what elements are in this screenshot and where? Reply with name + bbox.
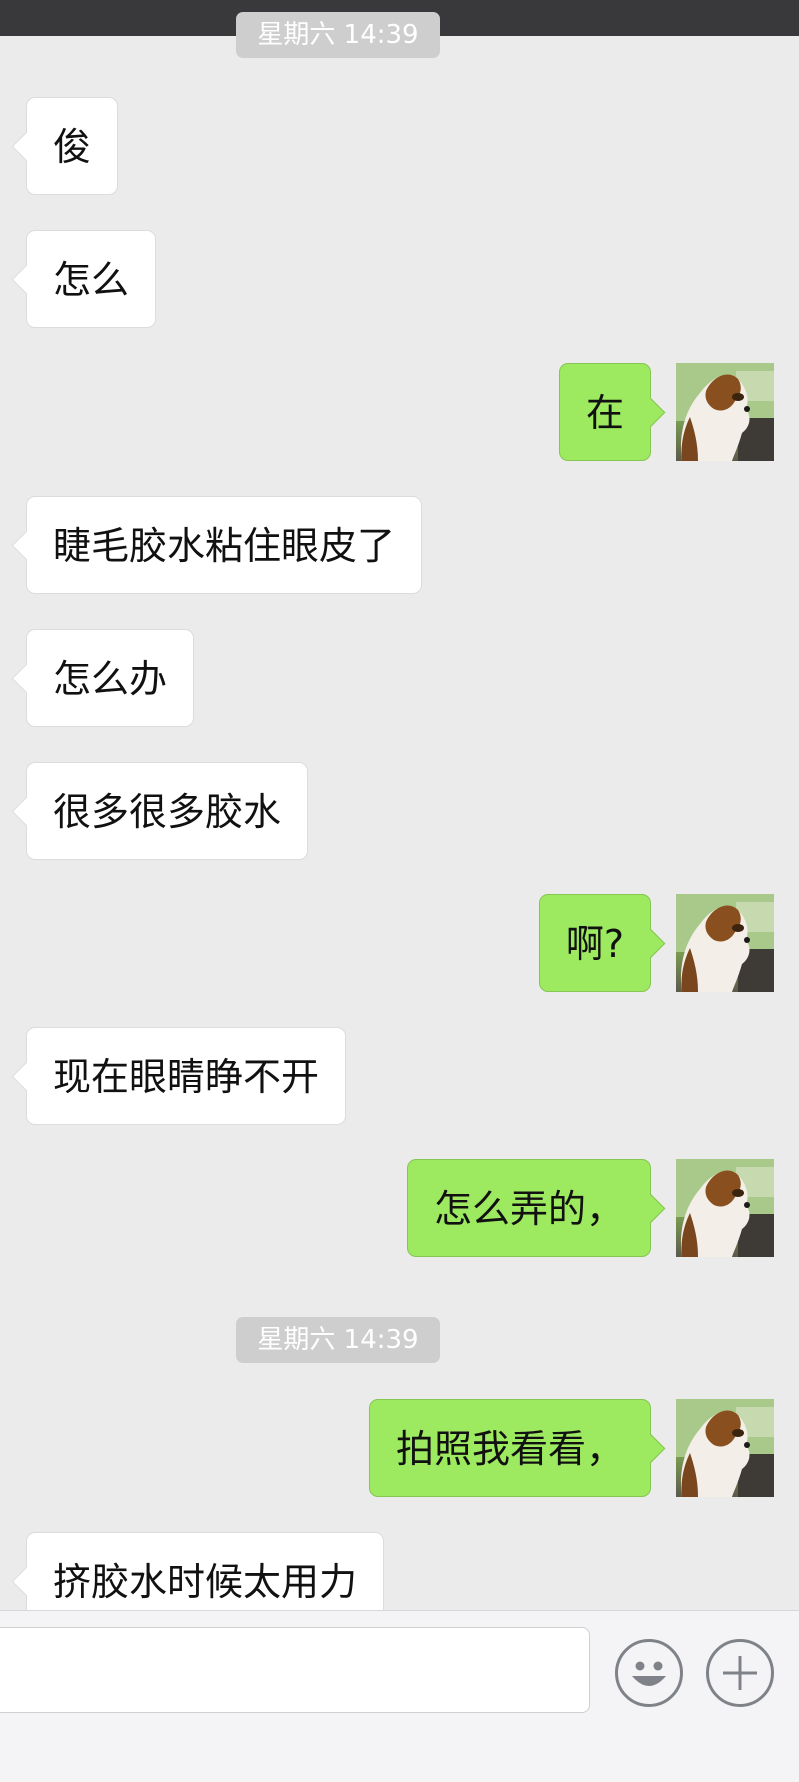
collie-dog-icon	[676, 894, 774, 992]
collie-dog-icon	[676, 1159, 774, 1257]
message-input[interactable]	[0, 1627, 590, 1713]
collie-dog-icon	[676, 1399, 774, 1497]
user-avatar[interactable]	[676, 1399, 774, 1497]
message-row-received: 俊	[0, 97, 799, 195]
message-bubble-sent[interactable]: 拍照我看看，	[368, 1399, 651, 1497]
user-avatar[interactable]	[676, 894, 774, 992]
message-row-received: 怎么	[0, 230, 799, 328]
message-row-received: 现在眼睛睁不开	[0, 1027, 799, 1125]
message-bubble-received[interactable]: 俊	[26, 97, 119, 195]
plus-circle-icon	[723, 1656, 757, 1690]
collie-dog-icon	[676, 363, 774, 461]
message-bubble-received[interactable]: 挤胶水时候太用力	[26, 1532, 385, 1610]
input-toolbar	[0, 1610, 799, 1782]
message-bubble-sent[interactable]: 怎么弄的，	[406, 1159, 651, 1257]
message-row-sent: 啊?	[0, 894, 799, 992]
message-bubble-received[interactable]: 很多很多胶水	[26, 762, 309, 860]
message-bubble-received[interactable]: 睫毛胶水粘住眼皮了	[26, 496, 423, 594]
smiley-face-icon	[632, 1661, 666, 1686]
message-row-received: 挤胶水时候太用力	[0, 1532, 799, 1610]
message-row-sent: 怎么弄的，	[0, 1159, 799, 1257]
message-bubble-sent[interactable]: 在	[558, 363, 651, 461]
timestamp: 星期六 14:39	[236, 12, 440, 58]
user-avatar[interactable]	[676, 363, 774, 461]
message-row-sent: 在	[0, 363, 799, 461]
message-row-received: 怎么办	[0, 629, 799, 727]
message-bubble-received[interactable]: 怎么	[26, 230, 157, 328]
timestamp: 星期六 14:39	[236, 1317, 440, 1363]
message-bubble-sent[interactable]: 啊?	[538, 894, 651, 992]
message-bubble-received[interactable]: 怎么办	[26, 629, 195, 727]
message-row-received: 很多很多胶水	[0, 762, 799, 860]
message-row-sent: 拍照我看看，	[0, 1399, 799, 1497]
message-bubble-received[interactable]: 现在眼睛睁不开	[26, 1027, 347, 1125]
more-button[interactable]	[706, 1639, 774, 1707]
chat-message-list[interactable]: 星期六 14:39 俊 怎么 在 睫毛胶水粘住眼皮了 怎么办 很多很多胶水 啊?…	[0, 0, 799, 1610]
user-avatar[interactable]	[676, 1159, 774, 1257]
message-row-received: 睫毛胶水粘住眼皮了	[0, 496, 799, 594]
emoji-button[interactable]	[615, 1639, 683, 1707]
